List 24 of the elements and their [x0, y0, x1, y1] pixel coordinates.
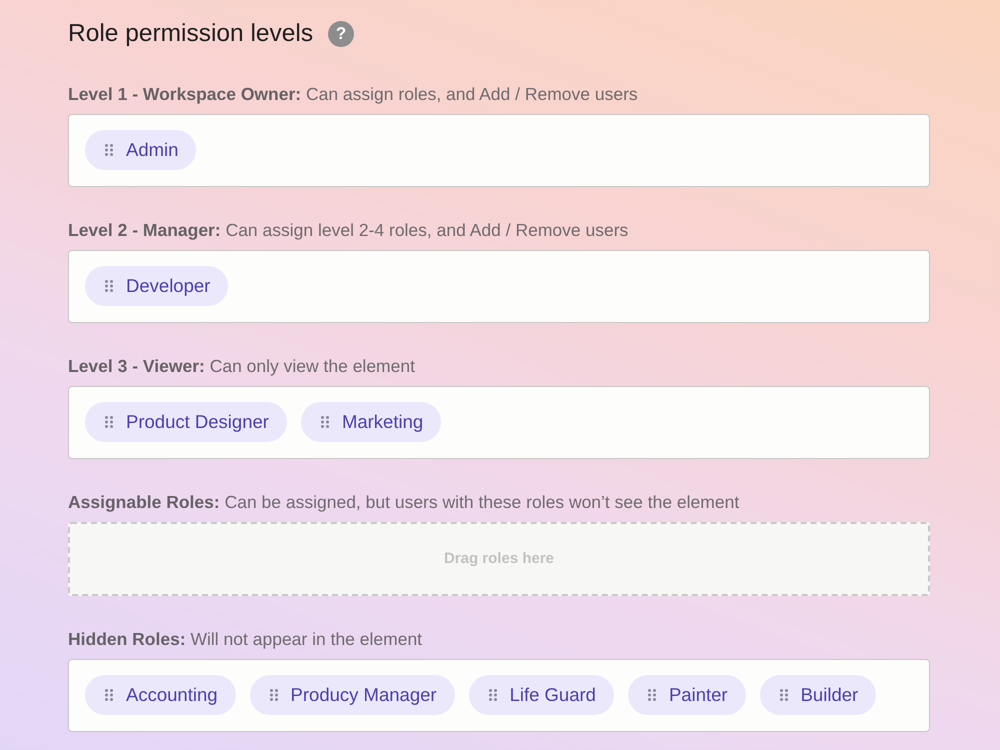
section-label: Assignable Roles: Can be assigned, but users with these roles won’t see the element: [68, 491, 740, 514]
role-chip[interactable]: Accounting: [85, 675, 236, 715]
section-label: Level 1 - Workspace Owner: Can assign roles, and Add / Remove users: [68, 83, 639, 106]
drag-handle-icon: [105, 144, 113, 156]
section-label: Hidden Roles: Will not appear in the element: [68, 628, 424, 651]
drag-handle-icon: [488, 689, 497, 701]
role-chip[interactable]: Producy Manager: [250, 675, 455, 715]
role-chip[interactable]: Developer: [85, 266, 228, 306]
role-chip[interactable]: Admin: [85, 130, 196, 170]
drag-handle-icon: [105, 689, 113, 701]
drag-handle-icon: [105, 416, 113, 428]
section-label: Level 2 - Manager: Can assign level 2-4 roles, and Add / Remove users: [68, 219, 630, 242]
page-title: Role permission levels: [68, 19, 314, 49]
role-chip[interactable]: Painter: [628, 675, 746, 715]
drag-handle-icon: [270, 689, 278, 701]
role-chip[interactable]: Builder: [760, 675, 876, 715]
role-chip[interactable]: Product Designer: [85, 402, 287, 442]
drag-handle-icon: [780, 689, 788, 701]
drag-handle-icon: [320, 416, 329, 428]
drag-handle-icon: [648, 689, 656, 701]
role-chip[interactable]: Marketing: [300, 402, 442, 442]
section-label: Level 3 - Viewer: Can only view the element: [68, 355, 416, 378]
drag-handle-icon: [105, 280, 113, 292]
role-chip[interactable]: Life Guard: [468, 675, 614, 715]
